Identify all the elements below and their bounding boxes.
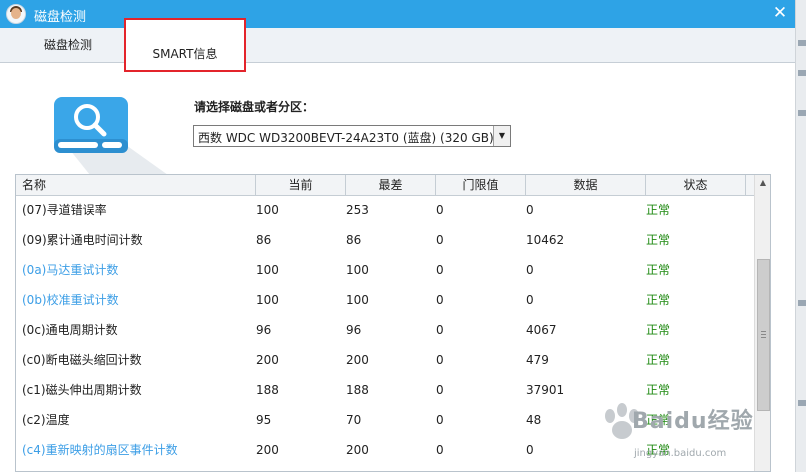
cell-name: (c0)断电磁头缩回计数 — [22, 353, 142, 367]
cell-name: (c4)重新映射的扇区事件计数 — [22, 443, 178, 457]
cell-threshold: 0 — [436, 383, 444, 397]
cell-threshold: 0 — [436, 413, 444, 427]
cell-status: 正常 — [646, 353, 671, 367]
cell-name: (0a)马达重试计数 — [22, 263, 119, 277]
cell-current: 100 — [256, 293, 279, 307]
cell-current: 96 — [256, 323, 272, 337]
cell-data: 479 — [526, 353, 549, 367]
vertical-scrollbar[interactable]: ▲ — [754, 175, 770, 471]
cell-data: 0 — [526, 203, 534, 217]
cell-current: 100 — [256, 263, 279, 277]
tab-smart-info[interactable]: SMART信息 — [124, 18, 246, 72]
chevron-down-icon[interactable]: ▼ — [493, 126, 510, 146]
cell-status: 正常 — [646, 323, 671, 337]
column-header-current[interactable]: 当前 — [256, 175, 346, 195]
cell-current: 200 — [256, 443, 279, 457]
cell-threshold: 0 — [436, 263, 444, 277]
cell-data: 0 — [526, 293, 534, 307]
cell-worst: 188 — [346, 383, 369, 397]
cell-current: 86 — [256, 233, 272, 247]
window-title: 磁盘检测 — [34, 10, 87, 25]
cell-current: 200 — [256, 353, 279, 367]
cell-data: 10462 — [526, 233, 565, 247]
watermark-url: jingyan.baidu.com — [634, 448, 727, 459]
scroll-up-arrow-icon[interactable]: ▲ — [755, 175, 770, 191]
cell-threshold: 0 — [436, 323, 444, 337]
table-row[interactable]: (07)寻道错误率 100 253 0 0 正常 — [16, 195, 754, 225]
cell-worst: 200 — [346, 443, 369, 457]
cell-threshold: 0 — [436, 293, 444, 307]
cell-worst: 86 — [346, 233, 362, 247]
disk-select-label: 请选择磁盘或者分区： — [194, 100, 315, 114]
cell-current: 100 — [256, 203, 279, 217]
column-header-worst[interactable]: 最差 — [346, 175, 436, 195]
cell-threshold: 0 — [436, 443, 444, 457]
cell-status: 正常 — [646, 263, 671, 277]
cell-status: 正常 — [646, 233, 671, 247]
cell-worst: 200 — [346, 353, 369, 367]
table-row[interactable]: (0c)通电周期计数 96 96 0 4067 正常 — [16, 315, 754, 345]
cell-name: (0c)通电周期计数 — [22, 323, 118, 337]
watermark-text: Baidu经验 — [632, 409, 754, 434]
cell-data: 48 — [526, 413, 542, 427]
cell-status: 正常 — [646, 293, 671, 307]
cell-name: (c2)温度 — [22, 413, 70, 427]
cell-worst: 96 — [346, 323, 362, 337]
table-row[interactable]: (c1)磁头伸出周期计数 188 188 0 37901 正常 — [16, 375, 754, 405]
cell-name: (c1)磁头伸出周期计数 — [22, 383, 142, 397]
cell-status: 正常 — [646, 383, 671, 397]
cell-data: 0 — [526, 443, 534, 457]
table-row[interactable]: (0a)马达重试计数 100 100 0 0 正常 — [16, 255, 754, 285]
cell-name: (09)累计通电时间计数 — [22, 233, 143, 247]
cell-current: 95 — [256, 413, 272, 427]
disk-dropdown-value: 西数 WDC WD3200BEVT-24A23T0 (蓝盘) (320 GB) — [198, 131, 494, 145]
cell-worst: 70 — [346, 413, 362, 427]
cell-worst: 100 — [346, 263, 369, 277]
cell-data: 37901 — [526, 383, 565, 397]
background-window-edge — [795, 0, 806, 472]
scrollbar-thumb[interactable] — [757, 259, 770, 411]
cell-name: (07)寻道错误率 — [22, 203, 107, 217]
column-header-status[interactable]: 状态 — [646, 175, 746, 195]
cell-data: 0 — [526, 263, 534, 277]
table-row[interactable]: (c0)断电磁头缩回计数 200 200 0 479 正常 — [16, 345, 754, 375]
cell-current: 188 — [256, 383, 279, 397]
tab-disk-check[interactable]: 磁盘检测 — [14, 28, 122, 62]
hard-disk-icon — [54, 97, 168, 175]
column-header-name[interactable]: 名称 — [16, 175, 256, 195]
table-header: 名称 当前 最差 门限值 数据 状态 — [16, 175, 754, 196]
cell-threshold: 0 — [436, 233, 444, 247]
app-avatar-icon — [6, 4, 26, 24]
cell-threshold: 0 — [436, 353, 444, 367]
close-button[interactable]: ✕ — [768, 2, 792, 24]
disk-dropdown[interactable]: 西数 WDC WD3200BEVT-24A23T0 (蓝盘) (320 GB) … — [193, 125, 511, 147]
cell-name: (0b)校准重试计数 — [22, 293, 119, 307]
column-header-threshold[interactable]: 门限值 — [436, 175, 526, 195]
cell-status: 正常 — [646, 203, 671, 217]
cell-threshold: 0 — [436, 203, 444, 217]
cell-worst: 253 — [346, 203, 369, 217]
title-bar: 磁盘检测 ✕ — [0, 0, 806, 28]
tab-bar: 磁盘检测 — [0, 28, 795, 63]
cell-worst: 100 — [346, 293, 369, 307]
table-row[interactable]: (09)累计通电时间计数 86 86 0 10462 正常 — [16, 225, 754, 255]
cell-data: 4067 — [526, 323, 557, 337]
table-row[interactable]: (0b)校准重试计数 100 100 0 0 正常 — [16, 285, 754, 315]
column-header-data[interactable]: 数据 — [526, 175, 646, 195]
